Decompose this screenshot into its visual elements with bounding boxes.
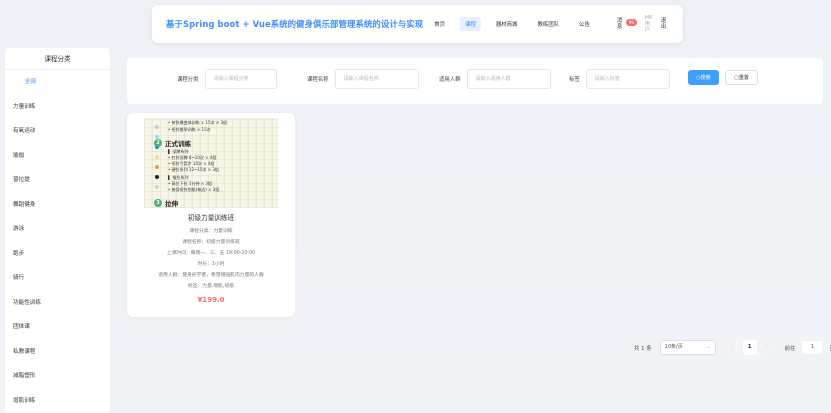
main-nav: 首页 课程 器材商城 教练团队 公告: [429, 17, 605, 31]
course-name-search-input[interactable]: [334, 69, 419, 89]
category-item[interactable]: 跑步: [5, 242, 110, 267]
course-price: ¥199.0: [197, 296, 225, 304]
messages-button[interactable]: 消息 99: [617, 18, 637, 30]
reset-button[interactable]: ▢重置: [725, 70, 758, 85]
category-item[interactable]: 普拉提: [5, 168, 110, 193]
category-item[interactable]: 舞蹈健身: [5, 193, 110, 218]
sidebar-title: 课程分类: [5, 48, 110, 70]
tags-label: 标签: [569, 77, 580, 83]
section-title: 正式训练: [165, 140, 191, 148]
search-button-label: 搜索: [700, 75, 711, 81]
next-page-button[interactable]: ›: [759, 340, 774, 355]
category-item[interactable]: 团体课: [5, 315, 110, 340]
site-title: 基于Spring boot + Vue系统的健身俱乐部管理系统的设计与实现: [166, 19, 424, 29]
course-title: 初级力量训练班: [187, 214, 235, 222]
step-number: 3: [154, 199, 162, 207]
image-text-line: • 俯卧撑变体训练 × 15次 × 3组: [168, 120, 228, 125]
category-item[interactable]: 瑜伽: [5, 144, 110, 169]
page-number-current[interactable]: 1: [742, 340, 757, 355]
category-item[interactable]: 增肌训练: [5, 389, 110, 413]
search-button[interactable]: ○搜索: [688, 70, 719, 85]
color-dot: [155, 125, 159, 129]
total-count: 共 1 条: [634, 345, 652, 352]
nav-coach-team[interactable]: 教练团队: [532, 17, 564, 31]
category-item[interactable]: 私教课程: [5, 340, 110, 365]
course-image: • 俯卧撑变体训练 × 15次 × 3组 • 哑铃推举训练 × 15次 2 正式…: [144, 118, 278, 208]
top-navbar: 基于Spring boot + Vue系统的健身俱乐部管理系统的设计与实现 首页…: [152, 5, 683, 43]
category-item[interactable]: 功能性训练: [5, 291, 110, 316]
messages-label: 消息: [616, 18, 623, 30]
nav-courses[interactable]: 课程: [460, 17, 481, 31]
category-label: 课程分类: [177, 77, 199, 83]
color-dot: [155, 185, 159, 189]
course-name-label: 课程名称: [307, 77, 329, 83]
course-info: 初级力量训练班 课程分类：力量训练 课程名称：初级力量训练班 上课时间：每周一、…: [127, 212, 295, 304]
nav-announcements[interactable]: 公告: [574, 17, 595, 31]
course-name: 课程名称：初级力量训练班: [182, 240, 240, 245]
category-item[interactable]: 有氧运动: [5, 119, 110, 144]
color-dot: [155, 175, 159, 179]
tags-search-input[interactable]: [585, 69, 670, 89]
goto-page-input[interactable]: 1: [801, 340, 824, 355]
field-category: 课程分类: [177, 69, 277, 89]
image-section-heading: 2 正式训练: [154, 138, 191, 148]
user-menu[interactable]: MK用户: [645, 15, 653, 33]
goto-label: 前往: [784, 345, 796, 352]
search-panel: 课程分类 课程名称 适用人群 标签 ○搜索 ▢重置: [127, 58, 823, 104]
audience-label: 适用人群: [439, 77, 461, 83]
course-duration: 时长：1小时: [197, 262, 225, 267]
audience-search-input[interactable]: [466, 69, 551, 89]
nav-equipment-shop[interactable]: 器材商城: [491, 17, 523, 31]
image-text-line: • 硬拉系列 12~15次 × 3组: [168, 167, 219, 172]
page-size-select[interactable]: 10条/页 ⌄: [659, 340, 716, 355]
logout-button[interactable]: 退出: [661, 18, 669, 30]
category-item-all[interactable]: 全部: [5, 70, 110, 95]
field-course-name: 课程名称: [307, 69, 419, 89]
pagination: 共 1 条 10条/页 ⌄ ‹ 1 › 前往 1 页: [634, 340, 831, 355]
section-title: 拉伸: [165, 200, 178, 208]
image-text-line: • 哑铃推举训练 × 15次: [168, 127, 211, 132]
course-card[interactable]: • 俯卧撑变体训练 × 15次 × 3组 • 哑铃推举训练 × 15次 2 正式…: [127, 113, 295, 317]
color-dot: [155, 155, 159, 159]
field-audience: 适用人群: [439, 69, 551, 89]
course-audience: 适用人群：健身初学者，希望增强肌肉力量的人群: [158, 273, 264, 278]
image-text-line: • 俯身哑铃划船(每边) × 3组: [168, 187, 220, 192]
category-item[interactable]: 力量训练: [5, 95, 110, 120]
messages-badge: 99: [625, 18, 637, 26]
image-dot-list: [155, 125, 159, 195]
course-schedule: 上课时间：每周一、三、五 19:00-20:00: [166, 251, 256, 256]
field-tags: 标签: [569, 69, 670, 89]
prev-page-button[interactable]: ‹: [725, 340, 740, 355]
category-item[interactable]: 骑行: [5, 266, 110, 291]
image-section-heading: 3 拉伸: [154, 198, 178, 208]
category-item[interactable]: 游泳: [5, 217, 110, 242]
step-number: 2: [154, 139, 162, 147]
reset-button-label: 重置: [738, 75, 749, 81]
category-search-input[interactable]: [204, 69, 277, 89]
page-size-value: 10条/页: [664, 344, 683, 350]
course-tags: 标签：力量,增肌,初级: [187, 284, 235, 289]
category-item[interactable]: 减脂塑形: [5, 364, 110, 389]
course-category: 课程分类：力量训练: [189, 229, 233, 234]
chevron-down-icon: ⌄: [706, 344, 711, 350]
category-sidebar: 课程分类 全部 力量训练 有氧运动 瑜伽 普拉提 舞蹈健身 游泳 跑步 骑行 功…: [5, 48, 110, 413]
color-dot: [155, 165, 159, 169]
nav-home[interactable]: 首页: [429, 17, 450, 31]
